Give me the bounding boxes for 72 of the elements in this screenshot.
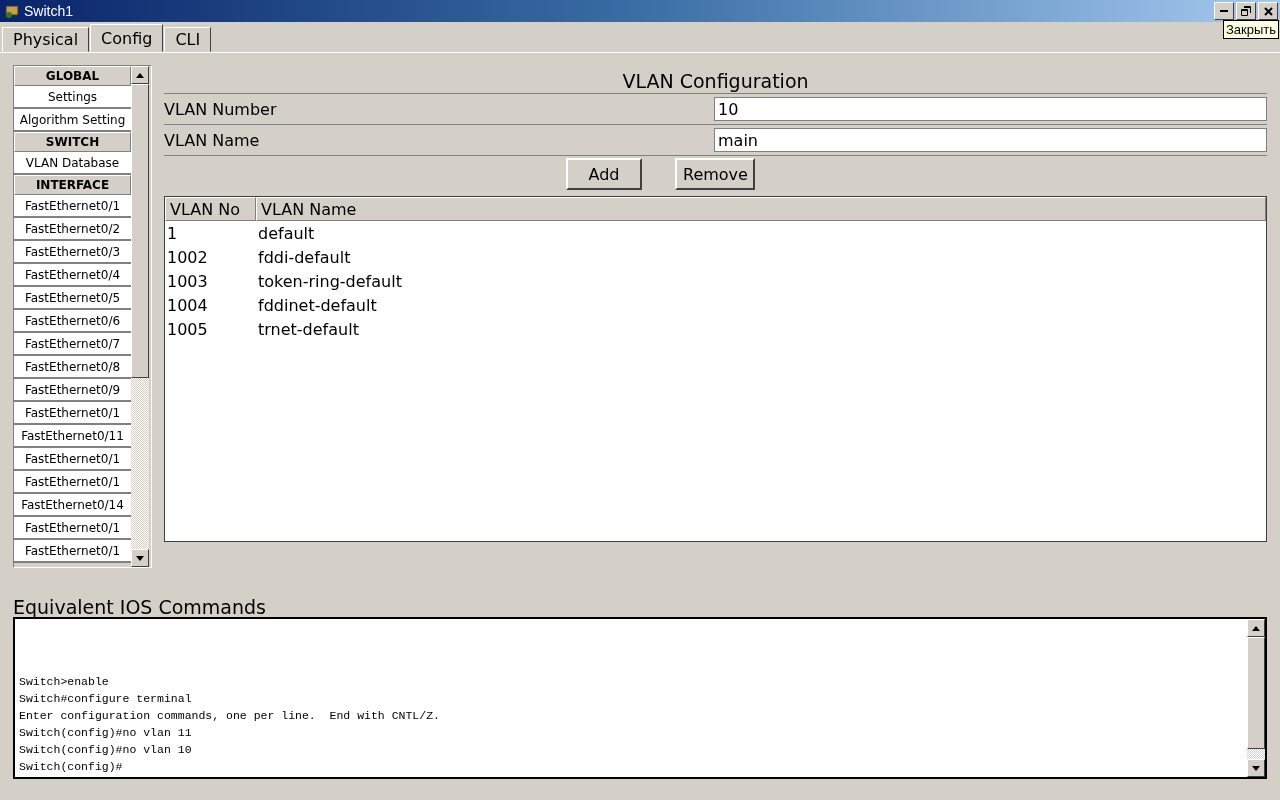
section-header: SWITCH	[14, 132, 131, 152]
close-icon	[1263, 6, 1273, 16]
table-cell-text: fddi-default	[257, 247, 351, 267]
switch-icon	[4, 3, 20, 19]
sidebar-item[interactable]: FastEthernet0/6	[14, 310, 131, 333]
up-arrow-icon	[136, 72, 144, 78]
table-cell-text: token-ring-default	[257, 271, 402, 291]
up-arrow-icon	[1252, 625, 1260, 631]
scrollbar[interactable]	[131, 66, 149, 567]
tab[interactable]: Physical	[2, 27, 90, 52]
sidebar-item[interactable]: FastEthernet0/1	[14, 471, 131, 494]
field-label: VLAN Number	[164, 99, 278, 119]
column-header[interactable]: VLAN No	[165, 197, 256, 221]
section-header: GLOBAL	[14, 66, 131, 86]
field-label: VLAN Name	[164, 130, 261, 150]
input-field[interactable]: main	[714, 128, 1267, 152]
table-cell-text: 1004	[166, 295, 209, 315]
sidebar-item[interactable]: FastEthernet0/8	[14, 356, 131, 379]
console-line: Switch>enable	[19, 674, 110, 690]
sidebar-item[interactable]: FastEthernet0/5	[14, 287, 131, 310]
sidebar-item[interactable]: Settings	[14, 86, 131, 109]
console-line: Enter configuration commands, one per line. End with CNTL/Z.	[19, 708, 441, 724]
table-cell-text: 1005	[166, 319, 209, 339]
down-arrow-icon	[136, 555, 144, 561]
sidebar-item[interactable]: FastEthernet0/1	[14, 517, 131, 540]
scrollbar[interactable]	[1247, 619, 1265, 777]
scroll-down-button[interactable]	[131, 549, 149, 567]
sidebar-item[interactable]: FastEthernet0/9	[14, 379, 131, 402]
table-cell-text: fddinet-default	[257, 295, 377, 315]
close-button[interactable]	[1258, 2, 1278, 20]
sidebar-item[interactable]: FastEthernet0/14	[14, 494, 131, 517]
window-title: Switch1	[24, 3, 75, 19]
section-header: INTERFACE	[14, 175, 131, 195]
minimize-icon	[1220, 10, 1228, 12]
table-cell-text: 1	[166, 223, 179, 243]
sidebar-item[interactable]: Algorithm Setting	[14, 109, 131, 132]
console-line: Switch(config)#no vlan 11	[19, 725, 193, 741]
sidebar-item[interactable]: VLAN Database	[14, 152, 131, 175]
restore-icon	[1241, 6, 1251, 16]
scroll-thumb[interactable]	[1247, 637, 1265, 749]
restore-button[interactable]	[1236, 2, 1256, 20]
scroll-down-button[interactable]	[1247, 759, 1265, 777]
tooltip: Закрыть	[1222, 20, 1279, 39]
down-arrow-icon	[1252, 765, 1260, 771]
sidebar-item[interactable]: FastEthernet0/11	[14, 425, 131, 448]
console-line: Switch(config)#	[19, 759, 124, 775]
tab[interactable]: Config	[90, 24, 164, 52]
remove-button[interactable]: Remove	[675, 158, 755, 190]
sidebar-item[interactable]: FastEthernet0/1	[14, 195, 131, 218]
table-cell-text: default	[257, 223, 315, 243]
section-title: VLAN Configuration	[164, 70, 1267, 94]
sidebar-item[interactable]: FastEthernet0/3	[14, 241, 131, 264]
input-field[interactable]: 10	[714, 97, 1267, 121]
column-header[interactable]: VLAN Name	[256, 197, 1266, 221]
sidebar-item[interactable]: FastEthernet0/2	[14, 218, 131, 241]
section-title: Equivalent IOS Commands	[13, 596, 267, 618]
console-line: Switch#configure terminal	[19, 691, 193, 707]
minimize-button[interactable]	[1214, 2, 1234, 20]
sidebar-item[interactable]: FastEthernet0/4	[14, 264, 131, 287]
table-cell-text: 1002	[166, 247, 209, 267]
sidebar-item[interactable]: FastEthernet0/1	[14, 540, 131, 563]
table-cell-text: 1003	[166, 271, 209, 291]
table-cell-text: trnet-default	[257, 319, 359, 339]
sidebar-item[interactable]: FastEthernet0/1	[14, 448, 131, 471]
sidebar-item[interactable]: FastEthernet0/1	[14, 402, 131, 425]
add-button[interactable]: Add	[566, 158, 642, 190]
scroll-thumb[interactable]	[131, 84, 149, 378]
scroll-up-button[interactable]	[1247, 619, 1265, 637]
console-line: Switch(config)#no vlan 10	[19, 742, 193, 758]
sidebar-item[interactable]: FastEthernet0/7	[14, 333, 131, 356]
scroll-up-button[interactable]	[131, 66, 149, 84]
tab[interactable]: CLI	[164, 27, 212, 52]
